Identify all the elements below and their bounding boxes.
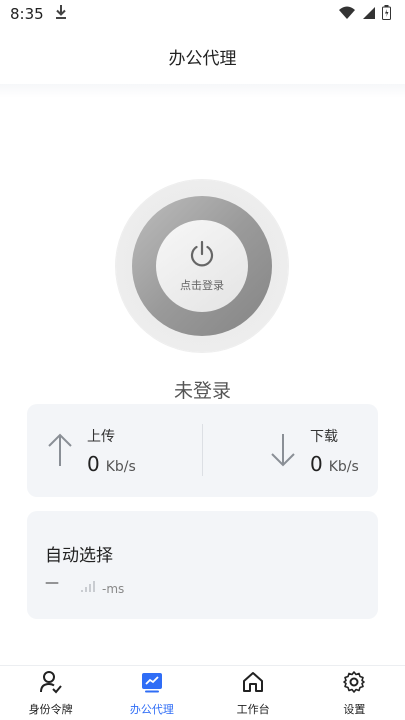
- app-header: 办公代理: [0, 28, 405, 84]
- download-stat: 下载 0 Kb/s: [310, 426, 359, 476]
- home-icon: [241, 670, 265, 698]
- download-value: 0: [310, 452, 323, 476]
- tab-workbench[interactable]: 工作台: [203, 666, 304, 720]
- download-icon: [54, 4, 68, 24]
- main-content: 点击登录 未登录 上传 0 Kb/s 下载 0 Kb/s 自动选择 — -ms: [0, 84, 405, 664]
- power-button-label: 点击登录: [180, 279, 224, 292]
- power-icon: [187, 239, 217, 273]
- login-power-button[interactable]: 点击登录: [156, 220, 248, 312]
- signal-icon: [362, 5, 376, 24]
- tab-label: 办公代理: [129, 702, 174, 716]
- tab-identity-token[interactable]: 身份令牌: [0, 666, 101, 720]
- power-button-ring: 点击登录: [132, 196, 272, 336]
- node-select-title: 自动选择: [45, 546, 113, 566]
- tab-office-proxy[interactable]: 办公代理: [101, 666, 202, 720]
- battery-icon: [382, 4, 391, 24]
- tab-label: 设置: [343, 702, 366, 716]
- gear-icon: [342, 670, 366, 698]
- wifi-icon: [338, 5, 356, 24]
- upload-stat: 上传 0 Kb/s: [87, 426, 136, 476]
- latency-indicator: -ms: [81, 577, 124, 596]
- download-arrow-icon: [270, 432, 296, 472]
- upload-unit: Kb/s: [105, 459, 136, 475]
- speed-card: 上传 0 Kb/s 下载 0 Kb/s: [27, 404, 378, 497]
- status-time: 8:35: [10, 5, 44, 23]
- upload-arrow-icon: [47, 432, 73, 472]
- tab-label: 身份令牌: [28, 702, 73, 716]
- node-select-card[interactable]: 自动选择 — -ms: [27, 511, 378, 619]
- power-button-halo: 点击登录: [116, 180, 288, 352]
- login-status-text: 未登录: [173, 380, 231, 402]
- page-title: 办公代理: [168, 48, 237, 69]
- latency-value: -ms: [102, 582, 125, 596]
- upload-label: 上传: [87, 429, 115, 445]
- user-check-icon: [39, 670, 63, 698]
- download-unit: Kb/s: [328, 459, 359, 475]
- node-flag-placeholder: —: [45, 575, 59, 591]
- trend-chart-icon: [140, 670, 164, 698]
- download-label: 下载: [310, 429, 338, 445]
- bottom-tab-bar: 身份令牌 办公代理 工作台 设置: [0, 665, 405, 720]
- tab-label: 工作台: [236, 702, 270, 716]
- tab-settings[interactable]: 设置: [304, 666, 405, 720]
- upload-value: 0: [87, 452, 100, 476]
- status-bar: 8:35: [0, 0, 405, 28]
- signal-bars-icon: [81, 577, 97, 596]
- speed-divider: [202, 424, 203, 476]
